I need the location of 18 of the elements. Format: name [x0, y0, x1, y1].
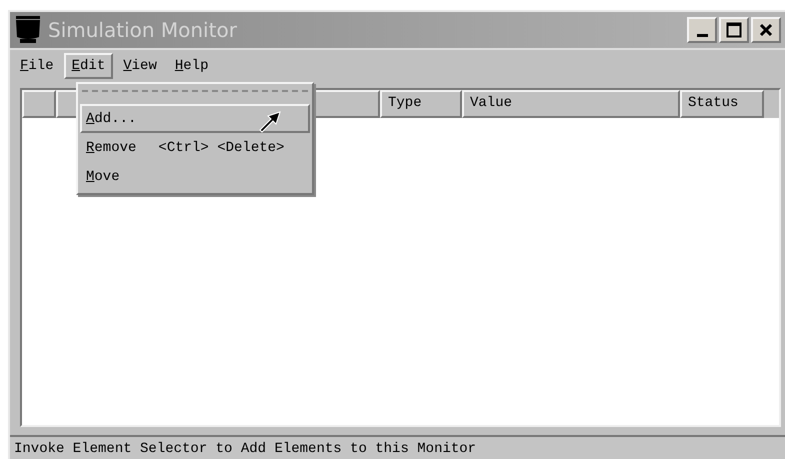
- minimize-button[interactable]: [687, 17, 717, 43]
- menu-option[interactable]: Add...: [80, 104, 310, 133]
- window-title: Simulation Monitor: [48, 18, 237, 42]
- minimize-icon: [696, 34, 708, 36]
- column-header[interactable]: [22, 90, 56, 118]
- monitor-icon: [14, 15, 42, 45]
- cursor-icon: [258, 110, 282, 134]
- maximize-button[interactable]: [719, 17, 749, 43]
- status-bar: Invoke Element Selector to Add Elements to this Monitor: [10, 435, 785, 459]
- menu-option[interactable]: Move: [80, 162, 310, 191]
- menu-option[interactable]: Remove <Ctrl> <Delete>: [80, 133, 310, 162]
- column-header[interactable]: Value: [462, 90, 680, 118]
- maximize-icon: [726, 22, 742, 38]
- close-icon: [759, 23, 773, 37]
- column-header[interactable]: Status: [680, 90, 764, 118]
- column-header[interactable]: Type: [380, 90, 462, 118]
- close-button[interactable]: [751, 17, 781, 43]
- menu-item[interactable]: Edit: [64, 53, 114, 79]
